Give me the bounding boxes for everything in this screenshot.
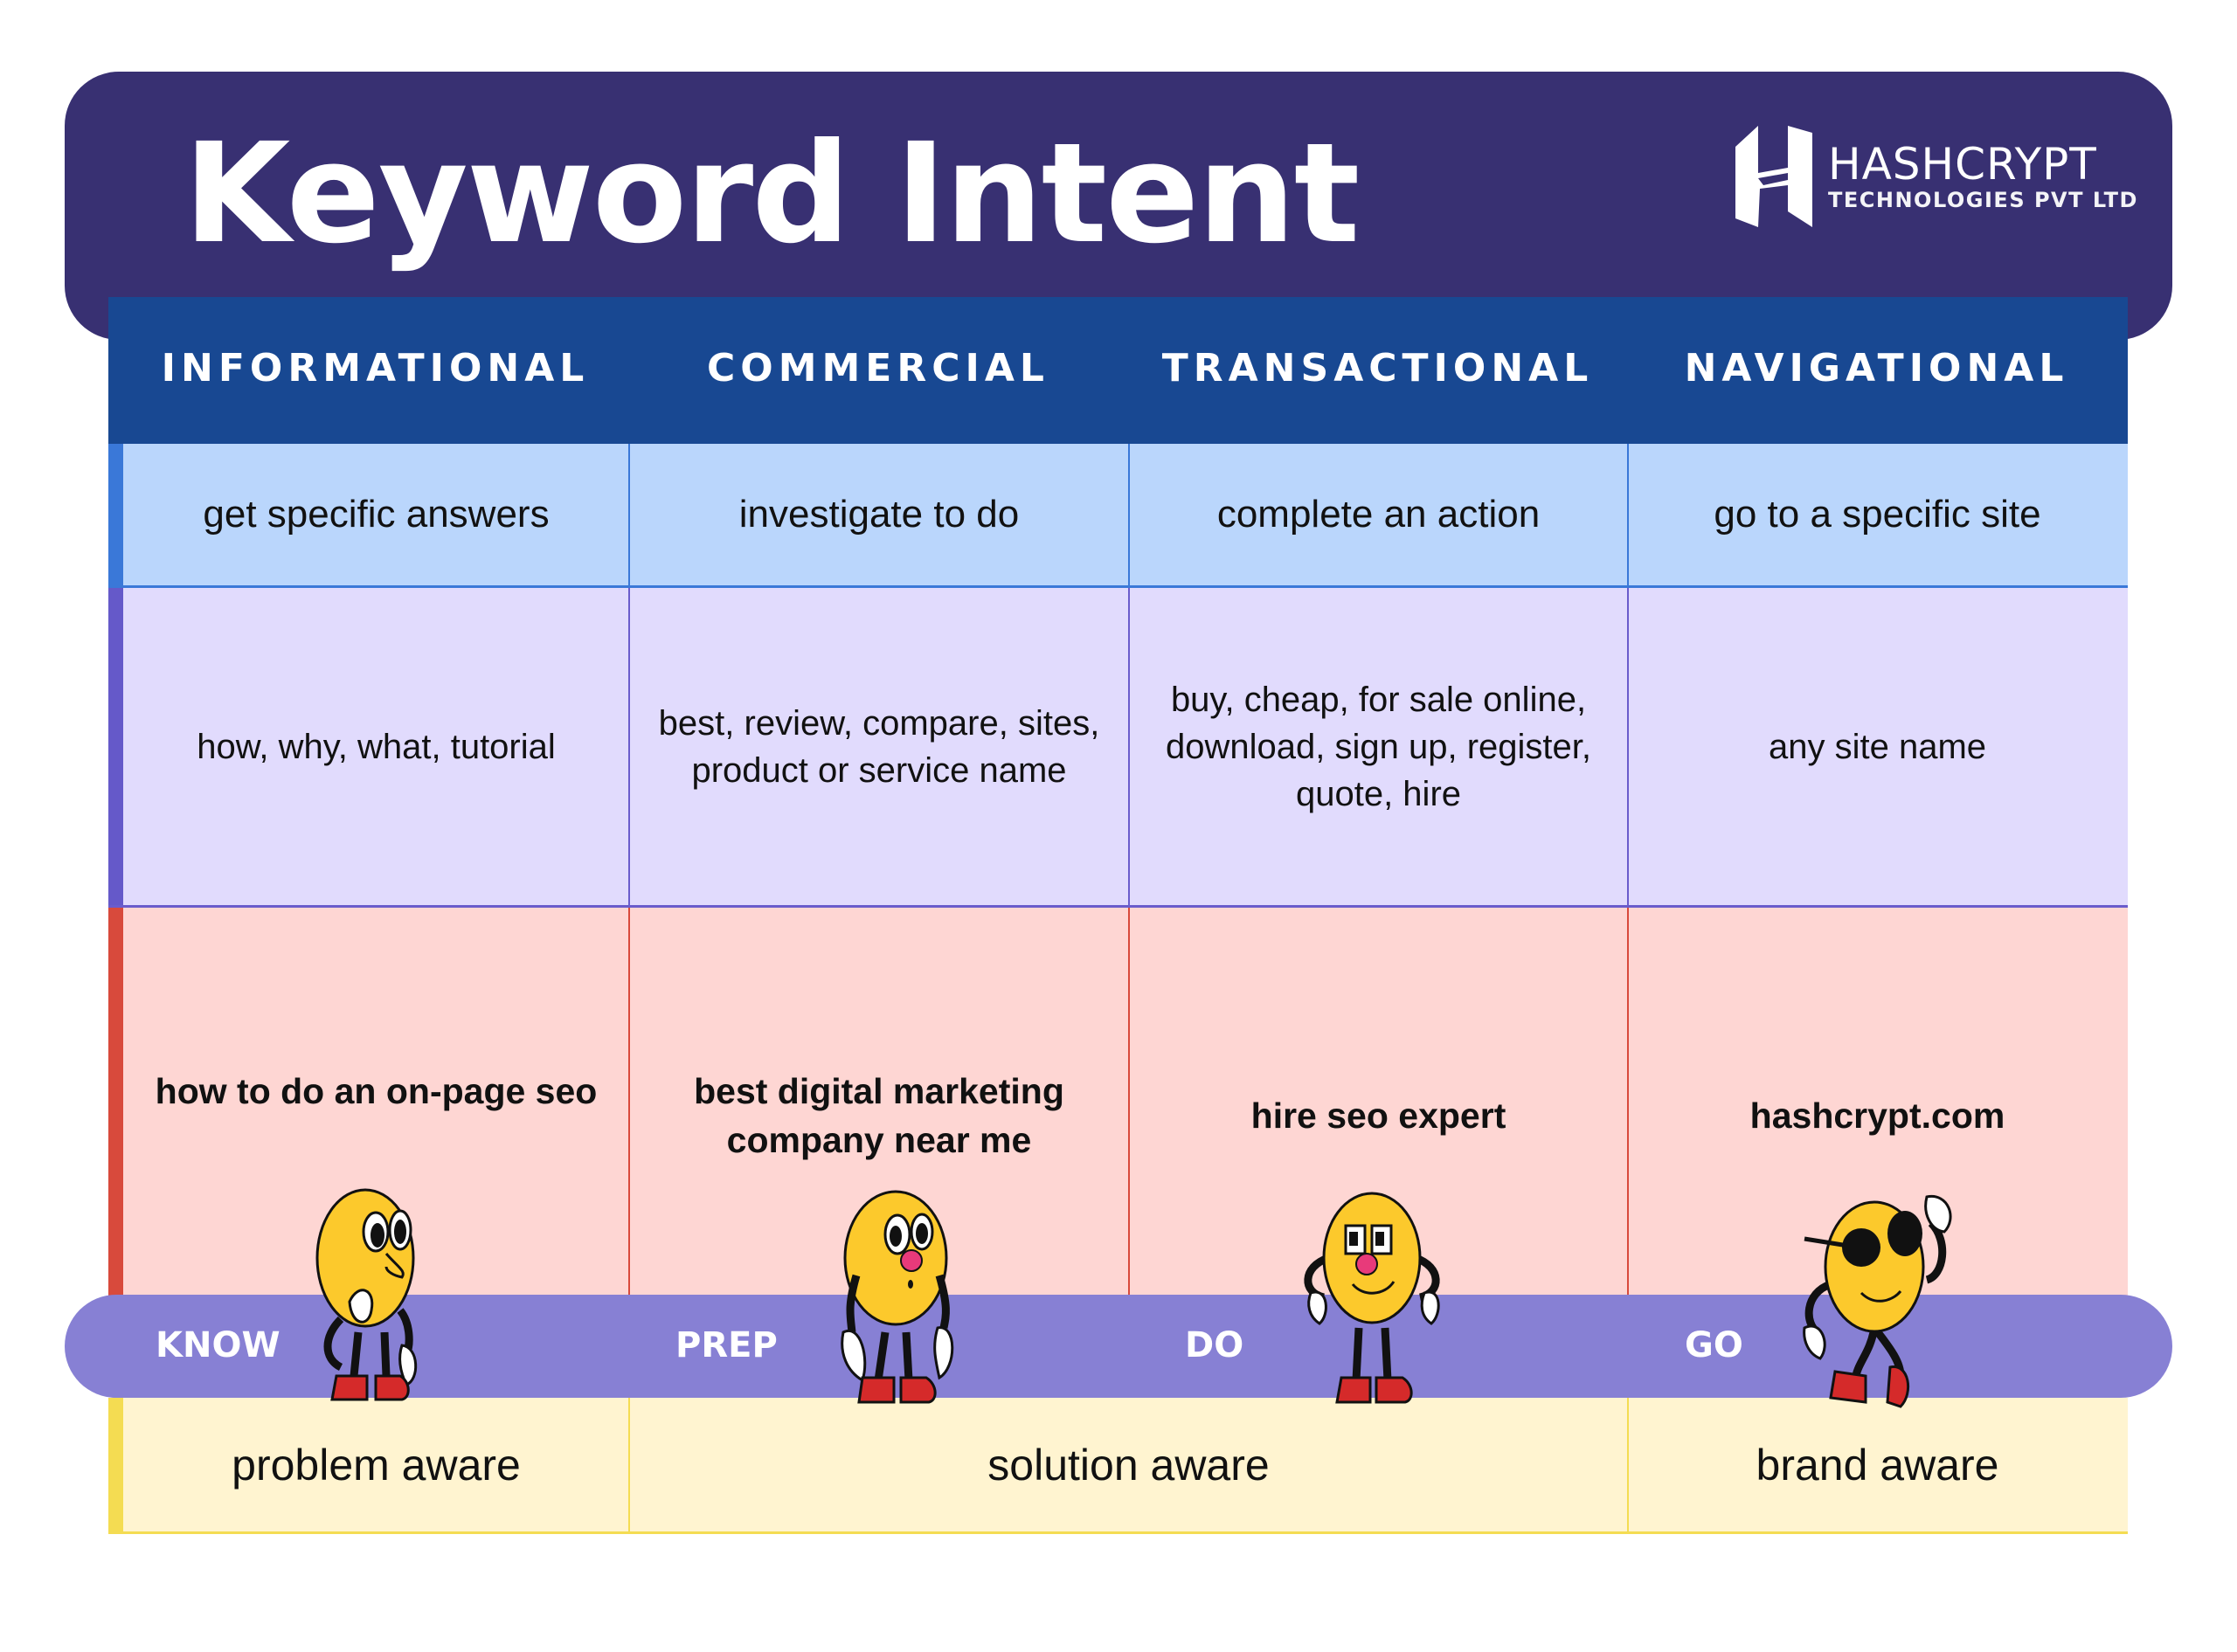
column-header-row: INFORMATIONAL COMMERCIAL TRANSACTIONAL N…: [108, 297, 2128, 444]
stage-label-do: DO: [1185, 1325, 1244, 1365]
modifier-cell: best, review, compare, sites, product or…: [628, 588, 1128, 905]
goal-cell: complete an action: [1128, 444, 1627, 585]
awareness-cell: solution aware: [628, 1398, 1627, 1531]
company-logo: HASHCRYPT TECHNOLOGIES PVT LTD: [1734, 124, 2138, 229]
modifier-cell: any site name: [1627, 588, 2128, 905]
modifier-cell: how, why, what, tutorial: [108, 588, 628, 905]
row-accent-bar: [108, 588, 123, 905]
cool-sunglasses-emoji-character-icon: [1803, 1195, 1952, 1408]
awareness-cell: problem aware: [108, 1398, 628, 1531]
surprised-emoji-character-icon: [841, 1190, 954, 1404]
logo-name: HASHCRYPT: [1828, 139, 2097, 190]
stage-label-prep: PREP: [675, 1325, 778, 1365]
goal-row: get specific answers investigate to do c…: [108, 444, 2128, 588]
stage-label-know: KNOW: [156, 1325, 280, 1365]
goal-cell: go to a specific site: [1627, 444, 2128, 585]
column-header-commercial: COMMERCIAL: [707, 345, 1049, 391]
confident-emoji-character-icon: [1304, 1192, 1440, 1404]
goal-cell: investigate to do: [628, 444, 1128, 585]
row-accent-bar: [108, 908, 123, 1297]
awareness-row: problem aware solution aware brand aware: [108, 1398, 2128, 1534]
hashcrypt-h-logo-icon: [1735, 126, 1812, 227]
thinking-emoji-character-icon: [315, 1188, 418, 1401]
modifier-row: how, why, what, tutorial best, review, c…: [108, 588, 2128, 908]
goal-cell: get specific answers: [108, 444, 628, 585]
column-header-informational: INFORMATIONAL: [161, 345, 590, 391]
column-header-transactional: TRANSACTIONAL: [1161, 345, 1594, 391]
stage-label-go: GO: [1685, 1325, 1743, 1365]
row-accent-bar: [108, 1398, 123, 1531]
row-accent-bar: [108, 444, 123, 585]
column-header-navigational: NAVIGATIONAL: [1684, 345, 2069, 391]
modifier-cell: buy, cheap, for sale online, download, s…: [1128, 588, 1627, 905]
page-title: Keyword Intent: [184, 114, 1360, 274]
awareness-cell: brand aware: [1627, 1398, 2128, 1531]
logo-subtitle: TECHNOLOGIES PVT LTD: [1828, 188, 2138, 212]
